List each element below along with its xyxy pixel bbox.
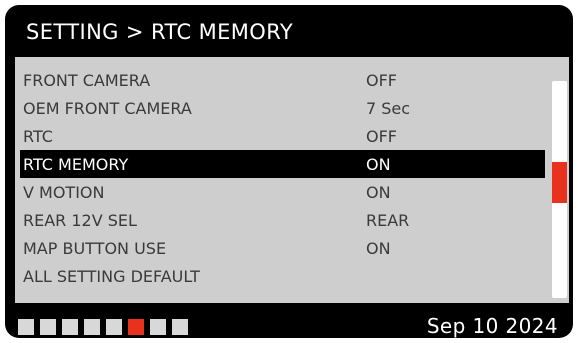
page-dot-2: [40, 319, 56, 335]
menu-item-label: OEM FRONT CAMERA: [23, 99, 192, 118]
menu-item-map-button-use[interactable]: MAP BUTTON USE ON: [20, 234, 545, 262]
settings-screen: SETTING > RTC MEMORY FRONT CAMERA OFF OE…: [5, 5, 573, 338]
menu-item-front-camera[interactable]: FRONT CAMERA OFF: [20, 66, 545, 94]
menu-item-all-setting-default[interactable]: ALL SETTING DEFAULT: [20, 262, 545, 290]
page-dot-6-active: [128, 319, 144, 335]
menu-item-rtc[interactable]: RTC OFF: [20, 122, 545, 150]
page-dot-5: [106, 319, 122, 335]
page-dot-8: [172, 319, 188, 335]
menu-item-label: RTC: [23, 127, 53, 146]
menu-item-value: 7 Sec: [366, 99, 411, 118]
menu-item-value: ON: [366, 239, 391, 258]
menu-item-rtc-memory[interactable]: RTC MEMORY ON: [20, 150, 545, 178]
date-display: Sep 10 2024: [426, 314, 558, 338]
menu-item-label: RTC MEMORY: [23, 155, 129, 174]
menu-item-value: OFF: [366, 71, 397, 90]
scrollbar-thumb[interactable]: [552, 162, 567, 203]
page-dot-4: [84, 319, 100, 335]
menu-item-value: ON: [366, 155, 391, 174]
scrollbar[interactable]: [552, 81, 567, 298]
page-dot-1: [18, 319, 34, 335]
settings-menu: FRONT CAMERA OFF OEM FRONT CAMERA 7 Sec …: [15, 57, 569, 303]
menu-item-rear-12v-sel[interactable]: REAR 12V SEL REAR: [20, 206, 545, 234]
menu-item-v-motion[interactable]: V MOTION ON: [20, 178, 545, 206]
menu-item-label: MAP BUTTON USE: [23, 239, 167, 258]
page-dot-3: [62, 319, 78, 335]
menu-item-label: FRONT CAMERA: [23, 71, 151, 90]
menu-item-label: ALL SETTING DEFAULT: [23, 267, 200, 286]
title-bar: SETTING > RTC MEMORY: [5, 5, 573, 57]
menu-item-label: V MOTION: [23, 183, 105, 202]
menu-item-value: REAR: [366, 211, 410, 230]
page-title: SETTING > RTC MEMORY: [26, 20, 294, 44]
menu-item-label: REAR 12V SEL: [23, 211, 137, 230]
menu-item-oem-front-camera[interactable]: OEM FRONT CAMERA 7 Sec: [20, 94, 545, 122]
page-dot-7: [150, 319, 166, 335]
menu-item-value: ON: [366, 183, 391, 202]
menu-item-value: OFF: [366, 127, 397, 146]
